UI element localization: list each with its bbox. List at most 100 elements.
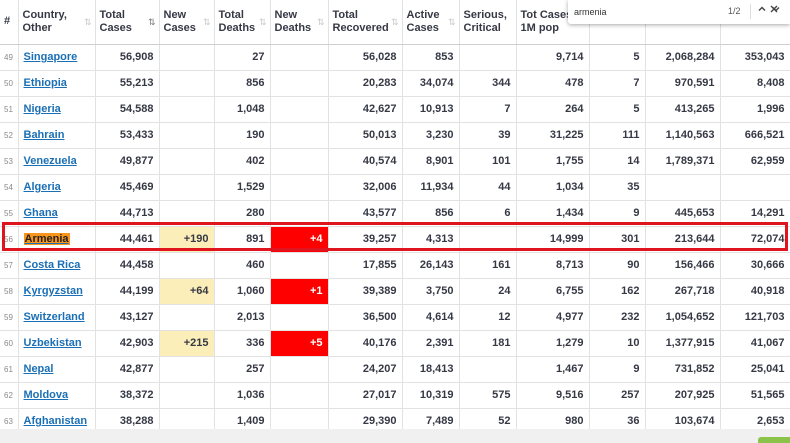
- country-link[interactable]: Ghana: [24, 207, 58, 219]
- serious-critical-cell: [459, 356, 517, 383]
- deaths-per-million-cell: 232: [589, 304, 646, 331]
- total-tests-cell: 970,591: [645, 70, 721, 97]
- total-recovered-cell: 17,855: [328, 252, 403, 279]
- sort-icon[interactable]: ⇅: [391, 16, 398, 29]
- country-link[interactable]: Singapore: [24, 51, 78, 63]
- total-tests-cell: 267,718: [645, 278, 721, 305]
- header-country[interactable]: Country, Other ⇅: [18, 0, 96, 45]
- deaths-per-million-cell: 5: [589, 44, 646, 71]
- new-cases-cell: [159, 148, 215, 175]
- tot-cases-per-million-cell: 31,225: [516, 122, 590, 149]
- deaths-per-million-cell: 9: [589, 200, 646, 227]
- table-rank-cell: 49: [0, 44, 19, 71]
- active-cases-cell: 10,913: [402, 96, 460, 123]
- new-cases-cell: +64: [159, 278, 215, 305]
- tests-per-million-cell: 62,959: [720, 148, 790, 175]
- table-row: 56 Armenia 44,461 +190 891 +4 39,257 4,313 14,99…: [0, 226, 790, 253]
- find-match-highlight: Armenia: [23, 233, 70, 245]
- country-cell: Nepal: [18, 356, 96, 383]
- table-row: 50 Ethiopia 55,213 856 20,283 34,074 344 478 7 97…: [0, 70, 790, 97]
- header-active-cases[interactable]: Active Cases ⇅: [402, 0, 460, 45]
- total-tests-cell: 213,644: [645, 226, 721, 253]
- tests-per-million-cell: 353,043: [720, 44, 790, 71]
- country-link[interactable]: Venezuela: [24, 155, 77, 167]
- country-link[interactable]: Moldova: [24, 389, 69, 401]
- country-link[interactable]: Switzerland: [24, 311, 85, 323]
- serious-critical-cell: 575: [459, 382, 517, 409]
- table-rank-cell: 59: [0, 304, 19, 331]
- header-total-deaths[interactable]: Total Deaths ⇅: [214, 0, 271, 45]
- country-link[interactable]: Afghanistan: [24, 415, 88, 427]
- country-link[interactable]: Algeria: [24, 181, 61, 193]
- serious-critical-cell: 6: [459, 200, 517, 227]
- country-link[interactable]: Nepal: [24, 363, 54, 375]
- total-deaths-cell: 336: [214, 330, 271, 357]
- active-cases-cell: 26,143: [402, 252, 460, 279]
- active-cases-cell: 34,074: [402, 70, 460, 97]
- table-rank-cell: 50: [0, 70, 19, 97]
- total-recovered-cell: 20,283: [328, 70, 403, 97]
- tot-cases-per-million-cell: 1,467: [516, 356, 590, 383]
- header-total-recovered[interactable]: Total Recovered ⇅: [328, 0, 403, 45]
- country-link[interactable]: Armenia: [23, 233, 70, 245]
- sort-icon[interactable]: ⇅: [84, 16, 91, 29]
- header-new-deaths[interactable]: New Deaths ⇅: [270, 0, 329, 45]
- new-deaths-cell: [270, 382, 329, 409]
- tot-cases-per-million-cell: 1,279: [516, 330, 590, 357]
- new-cases-cell: +190: [159, 226, 215, 253]
- tot-cases-per-million-cell: 264: [516, 96, 590, 123]
- sort-icon[interactable]: ⇅: [203, 16, 210, 29]
- active-cases-cell: 3,750: [402, 278, 460, 305]
- feedback-button[interactable]: [758, 437, 790, 443]
- total-tests-cell: 731,852: [645, 356, 721, 383]
- total-deaths-cell: 190: [214, 122, 271, 149]
- total-deaths-cell: 2,013: [214, 304, 271, 331]
- total-recovered-cell: 56,028: [328, 44, 403, 71]
- table-row: 57 Costa Rica 44,458 460 17,855 26,143 161 8,71…: [0, 252, 790, 279]
- new-cases-cell: [159, 96, 215, 123]
- country-cell: Uzbekistan: [18, 330, 96, 357]
- serious-critical-cell: 24: [459, 278, 517, 305]
- total-recovered-cell: 32,006: [328, 174, 403, 201]
- table-row: 58 Kyrgyzstan 44,199 +64 1,060 +1 39,389 3,750 2…: [0, 278, 790, 305]
- country-link[interactable]: Costa Rica: [24, 259, 81, 271]
- country-cell: Venezuela: [18, 148, 96, 175]
- find-divider: [750, 4, 751, 19]
- total-recovered-cell: 27,017: [328, 382, 403, 409]
- sort-icon[interactable]: ⇅: [148, 16, 155, 29]
- country-link[interactable]: Nigeria: [24, 103, 61, 115]
- header-total-cases[interactable]: Total Cases ⇅: [95, 0, 160, 45]
- country-link[interactable]: Kyrgyzstan: [24, 285, 83, 297]
- find-input[interactable]: [574, 4, 694, 19]
- close-icon[interactable]: [766, 4, 782, 19]
- sort-icon[interactable]: ⇅: [317, 16, 324, 29]
- tot-cases-per-million-cell: 8,713: [516, 252, 590, 279]
- country-link[interactable]: Bahrain: [24, 129, 65, 141]
- tests-per-million-cell: 72,074: [720, 226, 790, 253]
- country-link[interactable]: Ethiopia: [24, 77, 67, 89]
- deaths-per-million-cell: 111: [589, 122, 646, 149]
- total-deaths-cell: 891: [214, 226, 271, 253]
- total-cases-cell: 54,588: [95, 96, 160, 123]
- total-deaths-cell: 1,060: [214, 278, 271, 305]
- serious-critical-cell: 101: [459, 148, 517, 175]
- sort-icon[interactable]: ⇅: [448, 16, 455, 29]
- table-row: 51 Nigeria 54,588 1,048 42,627 10,913 7 264 5 413…: [0, 96, 790, 123]
- total-tests-cell: 1,054,652: [645, 304, 721, 331]
- header-serious-critical[interactable]: Serious, Critical: [459, 0, 517, 45]
- new-cases-cell: [159, 382, 215, 409]
- total-recovered-cell: 42,627: [328, 96, 403, 123]
- active-cases-cell: 4,313: [402, 226, 460, 253]
- sort-icon[interactable]: ⇅: [259, 16, 266, 29]
- table-row: 49 Singapore 56,908 27 56,028 853 9,714 5 2,068,…: [0, 44, 790, 71]
- country-link[interactable]: Uzbekistan: [24, 337, 82, 349]
- new-deaths-cell: [270, 96, 329, 123]
- tests-per-million-cell: 121,703: [720, 304, 790, 331]
- new-cases-cell: [159, 70, 215, 97]
- new-cases-cell: [159, 174, 215, 201]
- header-new-cases[interactable]: New Cases ⇅: [159, 0, 215, 45]
- total-tests-cell: 207,925: [645, 382, 721, 409]
- tot-cases-per-million-cell: 9,714: [516, 44, 590, 71]
- total-cases-cell: 56,908: [95, 44, 160, 71]
- total-recovered-cell: 36,500: [328, 304, 403, 331]
